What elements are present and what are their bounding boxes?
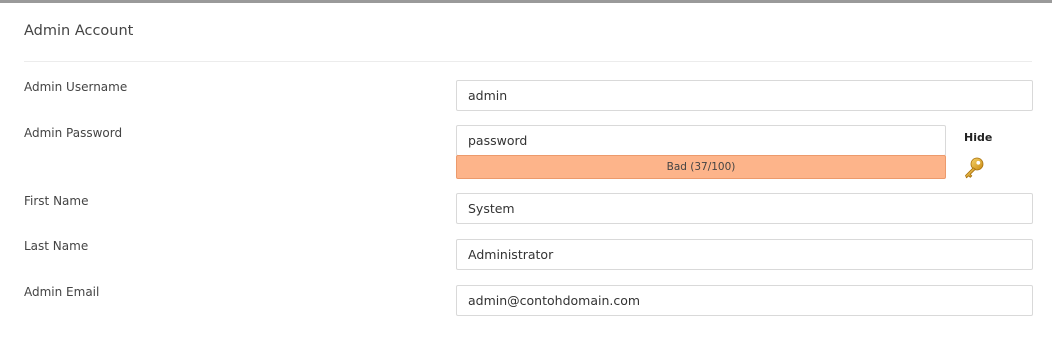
admin-email-input[interactable] bbox=[456, 285, 1033, 316]
first-name-input[interactable] bbox=[456, 193, 1033, 224]
first-name-label: First Name bbox=[24, 194, 89, 208]
top-border bbox=[0, 0, 1052, 3]
last-name-label: Last Name bbox=[24, 239, 89, 253]
admin-email-label: Admin Email bbox=[24, 285, 100, 299]
panel-title: Admin Account bbox=[24, 23, 134, 39]
admin-username-input[interactable] bbox=[456, 80, 1033, 111]
admin-password-input[interactable] bbox=[456, 125, 946, 156]
hide-password-toggle[interactable]: Hide bbox=[964, 131, 992, 144]
admin-password-label: Admin Password bbox=[24, 126, 123, 140]
title-divider bbox=[24, 61, 1032, 62]
admin-username-label: Admin Username bbox=[24, 80, 128, 94]
password-strength-meter: Bad (37/100) bbox=[456, 155, 946, 179]
key-icon[interactable] bbox=[962, 156, 986, 180]
last-name-input[interactable] bbox=[456, 239, 1033, 270]
